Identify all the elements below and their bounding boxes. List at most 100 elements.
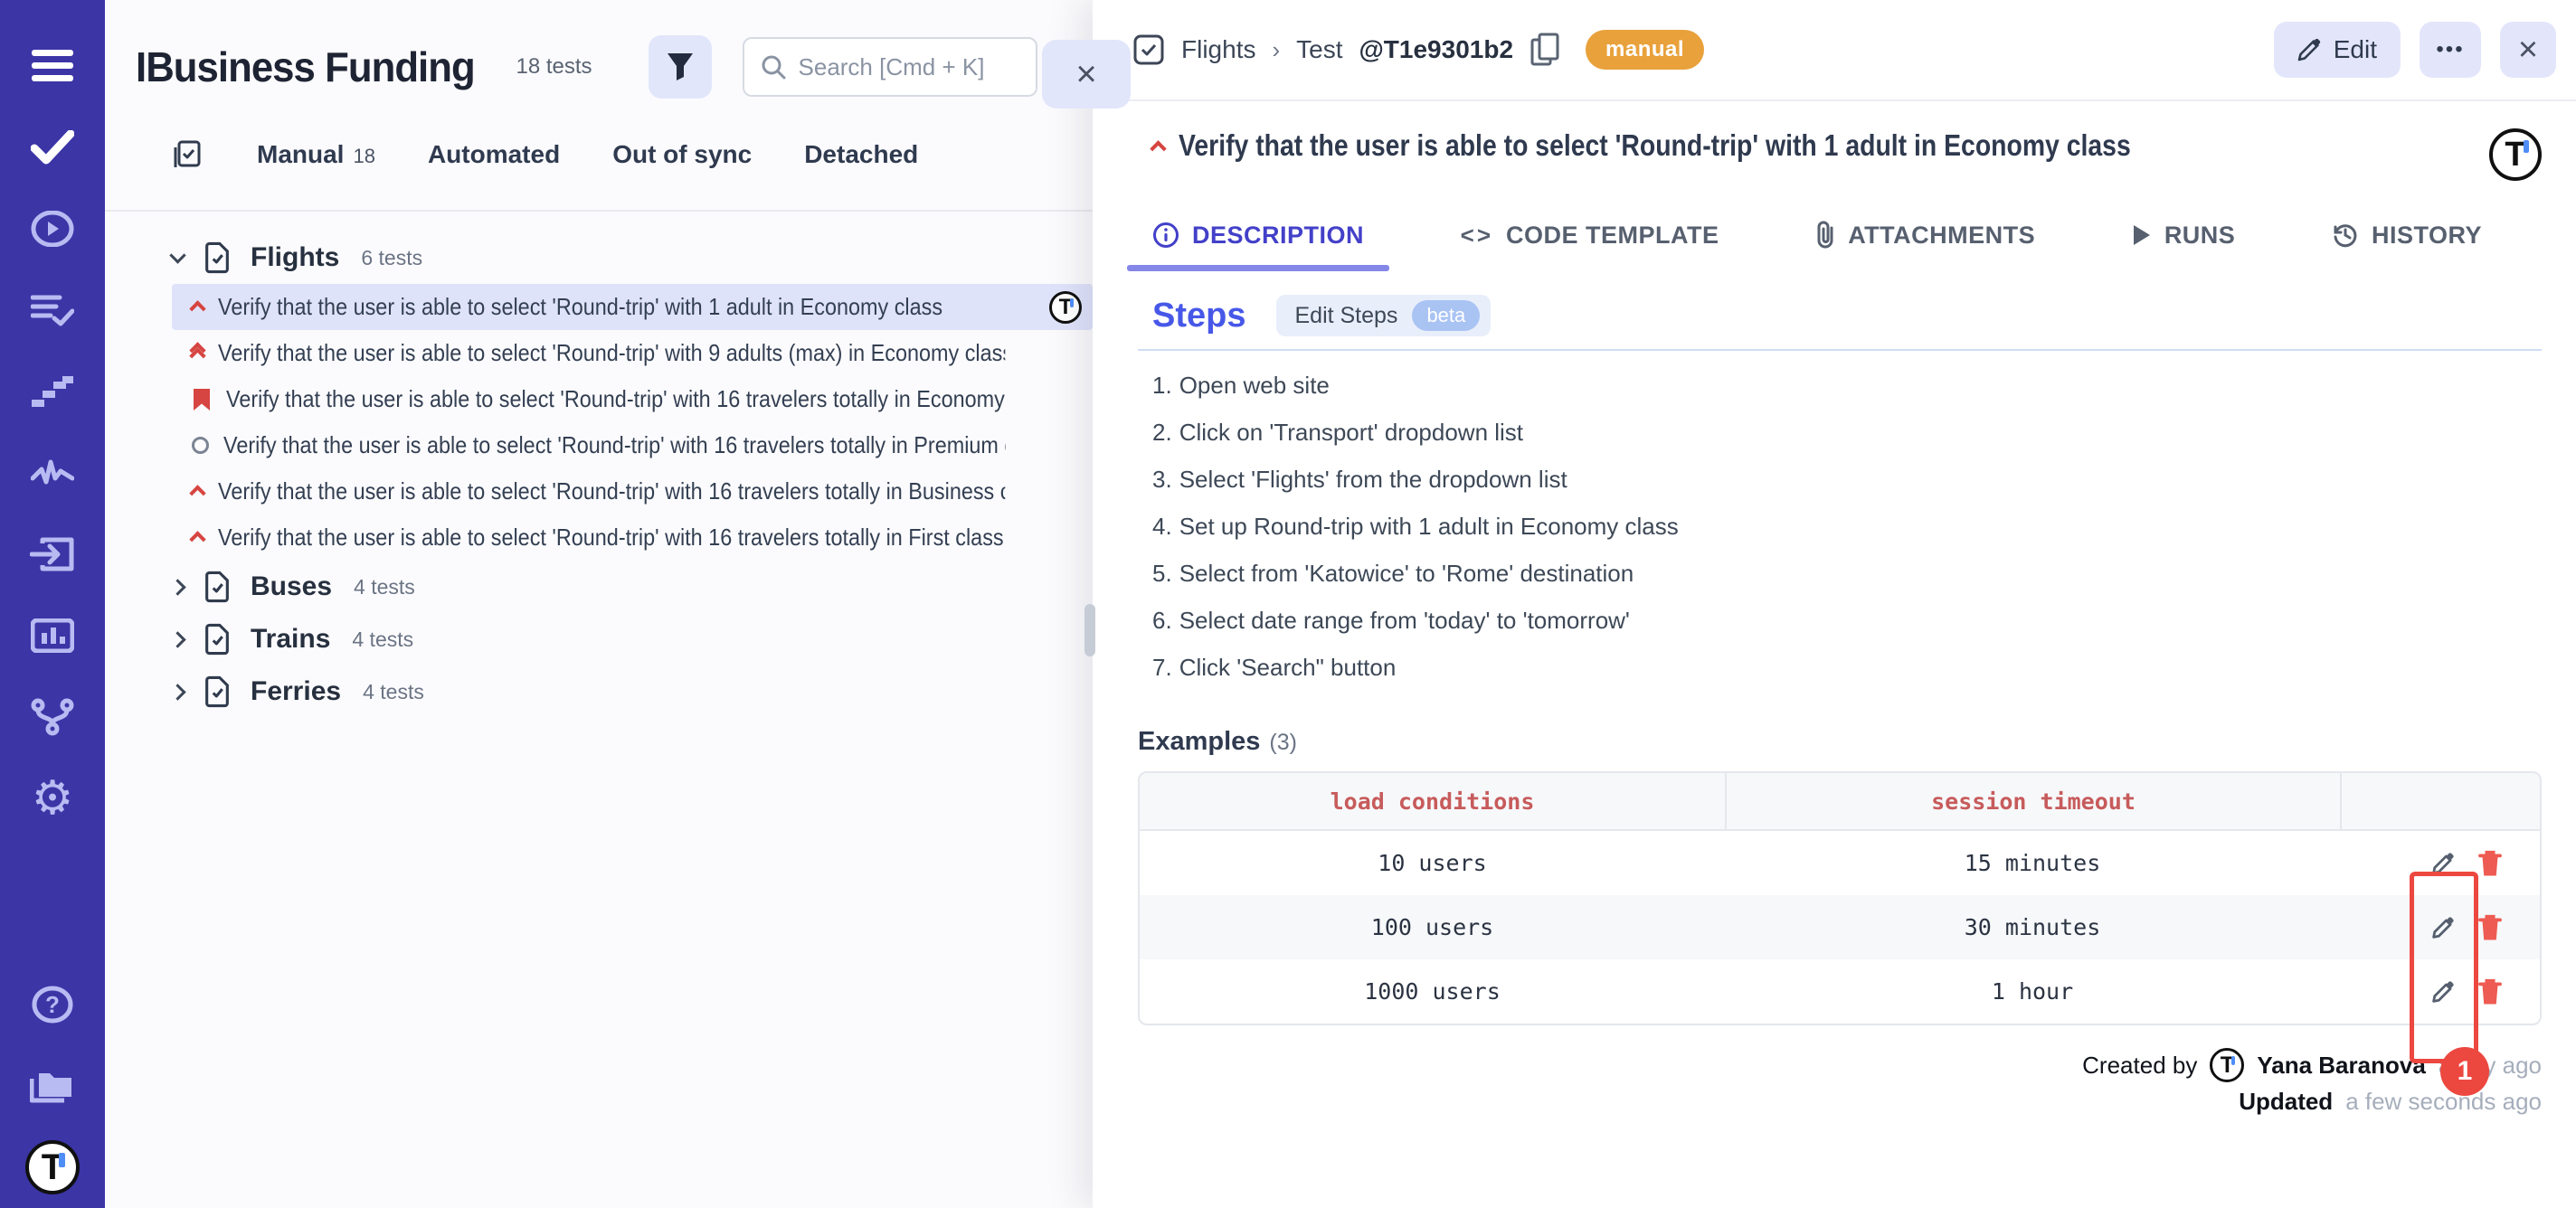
search-input[interactable]: [799, 53, 1019, 81]
app-sidebar: ⚙ ? T: [0, 0, 105, 1208]
chevron-right-icon[interactable]: [169, 684, 185, 700]
close-detail-button[interactable]: ×: [2500, 22, 2556, 78]
close-icon: ×: [2518, 31, 2538, 70]
step-item: 6.Select date range from 'today' to 'tom…: [1152, 597, 2542, 644]
chevron-right-icon[interactable]: [169, 579, 185, 595]
priority-highest-icon: [192, 344, 204, 362]
testomat-badge-icon: T: [1049, 291, 1082, 324]
delete-row-button[interactable]: [2477, 977, 2504, 1006]
tab-manual[interactable]: Manual18: [257, 140, 375, 169]
import-icon[interactable]: [0, 514, 105, 595]
more-actions-button[interactable]: •••: [2420, 22, 2481, 78]
settings-gear-icon[interactable]: ⚙: [0, 758, 105, 839]
tab-attachments[interactable]: ATTACHMENTS: [1815, 221, 2035, 269]
tab-description[interactable]: DESCRIPTION: [1152, 221, 1364, 269]
suite-count: 4 tests: [352, 628, 413, 652]
analytics-icon[interactable]: [0, 595, 105, 676]
delete-row-button[interactable]: [2477, 849, 2504, 878]
meta-footer: Created by T Yana Baranova a day ago Upd…: [1138, 1045, 2542, 1118]
file-check-icon: [202, 570, 232, 604]
project-title: IBusiness Funding: [136, 42, 475, 91]
detail-header: Flights › Test @T1e9301b2 manual Edit ••…: [1093, 0, 2576, 101]
step-item: 7.Click 'Search" button: [1152, 644, 2542, 691]
edit-steps-button[interactable]: Edit Steps beta: [1276, 295, 1491, 336]
edit-button[interactable]: Edit: [2274, 22, 2401, 78]
column-actions: [2340, 773, 2540, 831]
chevron-right-icon[interactable]: [169, 631, 185, 647]
cell-timeout: 1 hour: [1725, 959, 2340, 1024]
breadcrumb: Flights › Test @T1e9301b2 manual: [1132, 30, 1704, 70]
suite-flights[interactable]: Flights 6 tests: [105, 231, 1093, 284]
filter-button[interactable]: [649, 35, 712, 99]
bookmark-icon: [192, 387, 212, 412]
edit-row-button[interactable]: [2429, 850, 2457, 877]
cell-load: 100 users: [1140, 895, 1725, 959]
copy-icon[interactable]: [1530, 32, 1560, 68]
test-row[interactable]: Verify that the user is able to select '…: [172, 468, 1093, 514]
edit-row-button[interactable]: [2429, 978, 2457, 1005]
menu-icon[interactable]: [0, 25, 105, 107]
test-row[interactable]: Verify that the user is able to select '…: [172, 514, 1093, 561]
suite-trains[interactable]: Trains 4 tests: [105, 613, 1093, 665]
test-row[interactable]: Verify that the user is able to select '…: [172, 330, 1093, 376]
test-row[interactable]: Verify that the user is able to select '…: [172, 422, 1093, 468]
pulse-icon[interactable]: [0, 432, 105, 514]
milestones-icon[interactable]: [0, 351, 105, 432]
app-logo[interactable]: T: [0, 1127, 105, 1208]
avatar: T: [2210, 1048, 2244, 1082]
file-check-icon: [202, 241, 232, 275]
test-plans-icon[interactable]: [0, 269, 105, 351]
edit-row-button[interactable]: [2429, 914, 2457, 941]
checkbox-check-icon: [1132, 33, 1165, 66]
priority-high-icon: [1150, 140, 1166, 156]
code-icon: <>: [1461, 222, 1493, 250]
test-row[interactable]: Verify that the user is able to select '…: [172, 376, 1093, 422]
panel-resize-handle[interactable]: [1084, 604, 1095, 656]
suite-count: 6 tests: [361, 246, 422, 270]
testomat-badge-icon: T: [2489, 128, 2542, 181]
cell-load: 1000 users: [1140, 959, 1725, 1024]
tab-detached[interactable]: Detached: [804, 140, 918, 169]
table-row: 10 users 15 minutes: [1140, 831, 2540, 895]
projects-folder-icon[interactable]: [0, 1045, 105, 1127]
tab-automated[interactable]: Automated: [428, 140, 560, 169]
delete-row-button[interactable]: [2477, 913, 2504, 942]
tab-out-of-sync[interactable]: Out of sync: [612, 140, 752, 169]
steps-list: 1.Open web site 2.Click on 'Transport' d…: [1152, 362, 2542, 691]
priority-high-icon: [189, 531, 205, 547]
beta-badge: beta: [1412, 300, 1480, 331]
column-load-conditions: load conditions: [1140, 773, 1725, 831]
step-item: 5.Select from 'Katowice' to 'Rome' desti…: [1152, 550, 2542, 597]
cell-timeout: 30 minutes: [1725, 895, 2340, 959]
suite-name: Flights: [251, 242, 339, 273]
project-tests-count: 18 tests: [516, 54, 592, 80]
suite-buses[interactable]: Buses 4 tests: [105, 561, 1093, 613]
test-tree: Flights 6 tests Verify that the user is …: [105, 212, 1093, 718]
tab-code-template[interactable]: <> CODE TEMPLATE: [1461, 221, 1719, 269]
close-panel-button[interactable]: ×: [1042, 40, 1131, 109]
project-header: IBusiness Funding 18 tests: [105, 0, 1093, 99]
file-check-icon: [202, 622, 232, 656]
help-icon[interactable]: ?: [0, 964, 105, 1045]
tests-check-icon[interactable]: [0, 107, 105, 188]
suite-name: Trains: [251, 624, 330, 655]
header-actions: Edit ••• ×: [2274, 22, 2556, 78]
suite-ferries[interactable]: Ferries 4 tests: [105, 665, 1093, 718]
breadcrumb-separator: ›: [1272, 36, 1280, 64]
test-title: Verify that the user is able to select '…: [1179, 128, 2131, 163]
branches-icon[interactable]: [0, 676, 105, 758]
test-title-row: Verify that the user is able to select '…: [1152, 128, 2542, 181]
table-row: 100 users 30 minutes: [1140, 895, 2540, 959]
runs-play-icon[interactable]: [0, 188, 105, 269]
chevron-down-icon[interactable]: [169, 247, 185, 263]
bulk-select-icon[interactable]: [172, 138, 204, 171]
test-row[interactable]: Verify that the user is able to select '…: [172, 284, 1093, 330]
priority-normal-icon: [192, 437, 209, 454]
breadcrumb-section[interactable]: Flights: [1181, 35, 1255, 64]
steps-divider: [1138, 349, 2542, 351]
cell-timeout: 15 minutes: [1725, 831, 2340, 895]
tab-history[interactable]: HISTORY: [2332, 221, 2482, 269]
tab-runs[interactable]: RUNS: [2132, 221, 2236, 269]
step-item: 1.Open web site: [1152, 362, 2542, 409]
test-tree-panel: IBusiness Funding 18 tests Manual18 Auto…: [105, 0, 1093, 1208]
